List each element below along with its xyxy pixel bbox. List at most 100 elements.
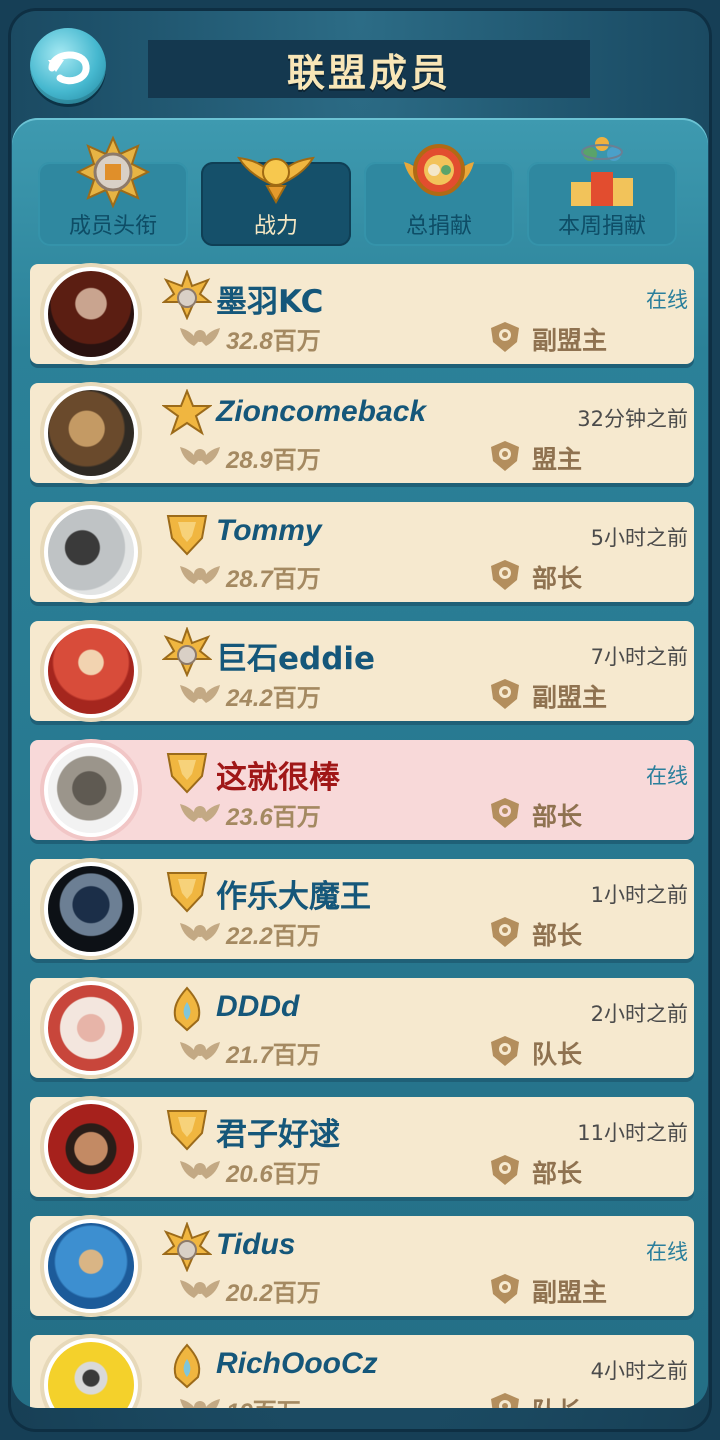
member-name: 墨羽KC: [216, 284, 324, 320]
power-value: 19百万: [226, 1392, 301, 1408]
member-row[interactable]: 君子好逑 11小时之前 20.6百万 部长: [30, 1096, 694, 1198]
donation-medal-icon: [404, 144, 474, 196]
member-name: Tidus: [216, 1228, 296, 1261]
avatar: [44, 505, 138, 599]
power-wings-icon: [180, 1280, 220, 1298]
member-name: Tommy: [216, 514, 322, 547]
member-name: 这就很棒: [216, 760, 340, 796]
golden-wings-icon: [237, 156, 315, 205]
member-row[interactable]: 作乐大魔王 1小时之前 22.2百万 部长: [30, 858, 694, 960]
last-online: 1小时之前: [590, 883, 688, 907]
power-wings-icon: [180, 447, 220, 465]
member-name: 作乐大魔王: [216, 879, 371, 915]
rank-star-icon: [162, 1222, 212, 1272]
power-wings-icon: [180, 685, 220, 703]
members-panel: 成员头衔 战力 总捐献 本周捐献 墨羽KC 在线 32.8百万 副盟主 Zion…: [12, 118, 708, 1408]
last-online: 2小时之前: [590, 1002, 688, 1026]
avatar: [44, 1100, 138, 1194]
member-role: 副盟主: [532, 326, 608, 355]
tab-label: 战力: [253, 214, 298, 239]
avatar: [44, 743, 138, 837]
back-button[interactable]: [30, 28, 106, 104]
role-shield-icon: [491, 322, 519, 352]
member-name: 巨石eddie: [216, 641, 376, 677]
tab-label: 总捐献: [405, 214, 472, 239]
role-shield-icon: [491, 798, 519, 828]
online-status: 在线: [646, 764, 688, 788]
role-shield-icon: [491, 1155, 519, 1185]
member-row[interactable]: DDDd 2小时之前 21.7百万 队长: [30, 977, 694, 1079]
member-row[interactable]: Tidus 在线 20.2百万 副盟主: [30, 1215, 694, 1317]
rank-banner-icon: [166, 872, 208, 913]
power-wings-icon: [180, 923, 220, 941]
power-value: 21.7百万: [226, 1041, 321, 1069]
rank-star-icon: [162, 389, 212, 436]
member-role: 盟主: [532, 445, 583, 474]
avatar: [44, 981, 138, 1075]
last-online: 4小时之前: [590, 1359, 688, 1383]
power-value: 24.2百万: [226, 684, 321, 712]
power-wings-icon: [180, 328, 220, 346]
avatar: [44, 624, 138, 718]
sort-tabs: 成员头衔 战力 总捐献 本周捐献: [36, 135, 684, 246]
avatar: [44, 1219, 138, 1313]
member-role: 部长: [532, 921, 583, 950]
tab-label: 成员头衔: [68, 214, 157, 239]
tab-label: 本周捐献: [557, 214, 646, 239]
member-name: Zioncomeback: [216, 395, 427, 428]
role-shield-icon: [491, 560, 519, 590]
member-role: 副盟主: [532, 683, 608, 712]
member-role: 队长: [532, 1392, 582, 1408]
member-row[interactable]: Tommy 5小时之前 28.7百万 部长: [30, 501, 694, 603]
member-role: 副盟主: [532, 1278, 608, 1307]
online-status: 在线: [646, 1240, 688, 1264]
avatar: [44, 862, 138, 956]
member-role: 部长: [532, 564, 583, 593]
avatar: [44, 386, 138, 480]
member-row-current-user[interactable]: 这就很棒 在线 23.6百万 部长: [30, 739, 694, 841]
last-online: 11小时之前: [577, 1121, 688, 1145]
power-value: 22.2百万: [226, 922, 321, 950]
rank-flame-icon: [173, 986, 201, 1032]
tab-total-donation[interactable]: 总捐献: [364, 144, 514, 246]
role-shield-icon: [491, 1036, 519, 1066]
member-name: 君子好逑: [216, 1117, 340, 1153]
role-shield-icon: [491, 917, 519, 947]
page-title: 联盟成员: [286, 50, 451, 95]
rank-star-icon: [162, 627, 212, 677]
member-row[interactable]: Zioncomeback 32分钟之前 28.9百万 盟主: [30, 382, 694, 484]
tab-member-title[interactable]: 成员头衔: [38, 135, 188, 246]
title-banner: 联盟成员: [148, 40, 590, 98]
member-row[interactable]: RichOooCz 4小时之前 19百万 队长: [30, 1334, 694, 1408]
rank-banner-icon: [166, 1110, 208, 1151]
tab-weekly-donation[interactable]: 本周捐献: [527, 137, 677, 246]
tab-power[interactable]: 战力: [201, 156, 351, 246]
member-role: 队长: [532, 1040, 583, 1069]
last-online: 32分钟之前: [577, 407, 688, 431]
role-shield-icon: [491, 1393, 519, 1408]
rank-badge-icon: [75, 135, 151, 209]
power-wings-icon: [180, 804, 220, 822]
role-shield-icon: [491, 1274, 519, 1304]
role-shield-icon: [491, 679, 519, 709]
power-value: 20.2百万: [226, 1279, 321, 1307]
rank-flame-icon: [173, 1343, 201, 1389]
member-name: RichOooCz: [216, 1347, 378, 1380]
podium-icon: [571, 137, 633, 206]
power-wings-icon: [180, 1161, 220, 1179]
last-online: 5小时之前: [590, 526, 688, 550]
power-wings-icon: [180, 1042, 220, 1060]
member-role: 部长: [532, 802, 583, 831]
power-value: 32.8百万: [226, 327, 321, 355]
rank-banner-icon: [166, 515, 208, 556]
avatar: [44, 267, 138, 361]
member-role: 部长: [532, 1159, 583, 1188]
member-row[interactable]: 巨石eddie 7小时之前 24.2百万 副盟主: [30, 620, 694, 722]
member-row[interactable]: 墨羽KC 在线 32.8百万 副盟主: [30, 263, 694, 365]
power-wings-icon: [180, 566, 220, 584]
power-wings-icon: [180, 1399, 220, 1408]
role-shield-icon: [491, 441, 519, 471]
member-name: DDDd: [216, 990, 300, 1023]
power-value: 23.6百万: [226, 803, 321, 831]
rank-banner-icon: [166, 753, 208, 794]
